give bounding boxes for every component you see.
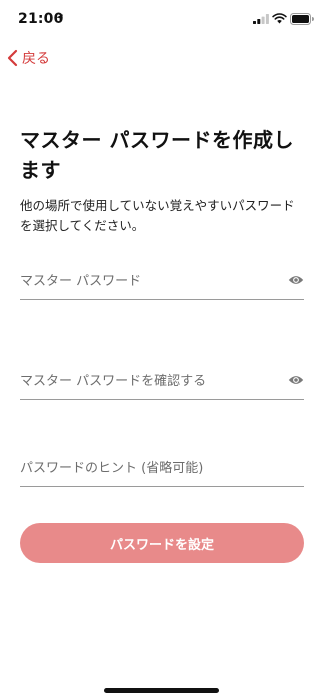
signal-icon	[253, 14, 269, 24]
confirm-password-input[interactable]	[20, 371, 270, 391]
nav-bar: 戻る	[0, 38, 323, 78]
master-password-input[interactable]	[20, 271, 270, 291]
chevron-left-icon	[7, 49, 18, 67]
back-label: 戻る	[22, 51, 50, 67]
set-password-button[interactable]: パスワードを設定	[20, 523, 304, 563]
eye-icon[interactable]	[288, 274, 304, 286]
page-title: マスター パスワードを作成します	[20, 128, 294, 182]
wifi-icon	[272, 13, 287, 24]
eye-icon[interactable]	[288, 374, 304, 386]
page-description: 他の場所で使用していない覚えやすいパスワードを選択してください。	[20, 198, 295, 233]
status-bar: 21:00	[0, 0, 323, 38]
location-arrow-icon	[55, 14, 64, 22]
back-button[interactable]: 戻る	[6, 44, 50, 72]
confirm-password-field[interactable]	[20, 363, 304, 400]
password-hint-field[interactable]	[20, 450, 304, 487]
battery-icon	[290, 13, 314, 25]
master-password-field[interactable]	[20, 263, 304, 300]
home-indicator	[104, 688, 219, 693]
password-hint-input[interactable]	[20, 458, 270, 478]
